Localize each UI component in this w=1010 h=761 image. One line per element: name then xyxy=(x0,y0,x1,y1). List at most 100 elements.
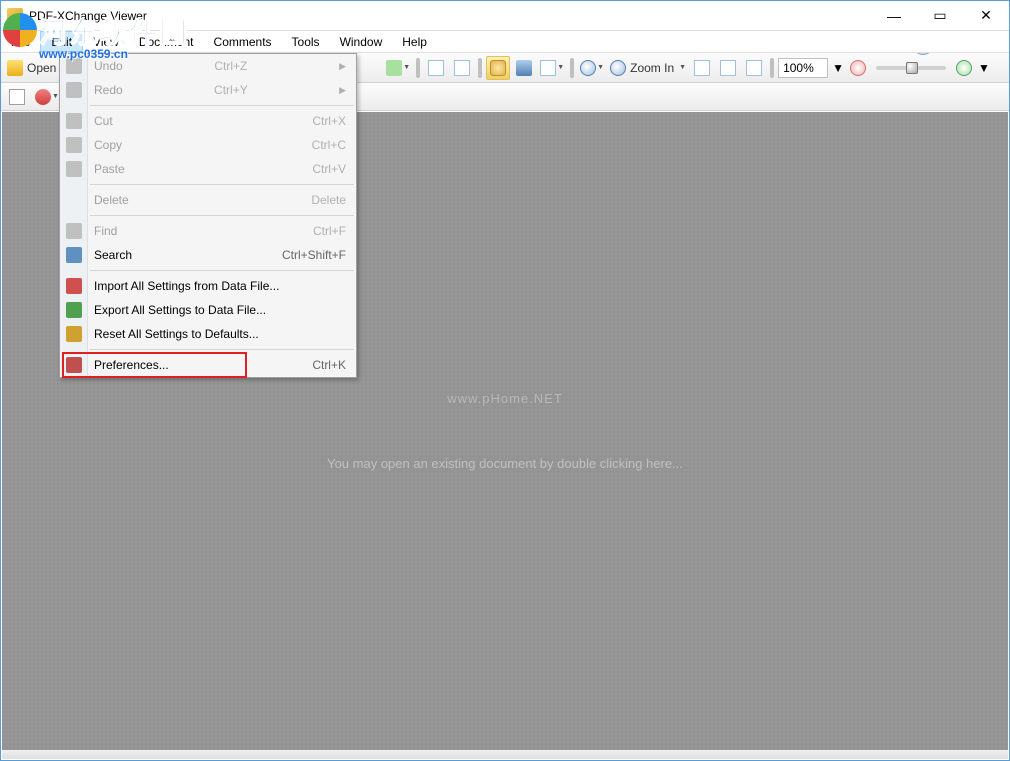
fit-page-icon xyxy=(720,60,736,76)
menu-item-label: Undo xyxy=(94,59,123,73)
actual-size-button[interactable] xyxy=(690,56,714,80)
arrow-icon xyxy=(386,60,402,76)
menu-item-shortcut: Ctrl+Shift+F xyxy=(282,248,346,262)
menu-help[interactable]: Help xyxy=(392,31,437,52)
snapshot-icon xyxy=(516,60,532,76)
menu-item-label: Cut xyxy=(94,114,113,128)
cut-icon xyxy=(66,113,82,129)
menu-item-find: FindCtrl+F xyxy=(60,219,356,243)
zoom-in-button[interactable]: Zoom In ▼ xyxy=(608,56,688,80)
close-button[interactable]: ✕ xyxy=(963,1,1009,30)
reset-icon xyxy=(66,326,82,342)
menu-item-shortcut: Ctrl+V xyxy=(312,162,346,176)
undo-icon xyxy=(66,58,82,74)
menu-separator xyxy=(90,349,354,350)
select-icon xyxy=(540,60,556,76)
chevron-right-icon: ▶ xyxy=(339,61,346,72)
open-hint-text: You may open an existing document by dou… xyxy=(327,456,683,471)
chevron-right-icon: ▶ xyxy=(339,85,346,96)
menu-item-export-all-settings-to-data-file[interactable]: Export All Settings to Data File... xyxy=(60,298,356,322)
menu-item-reset-all-settings-to-defaults[interactable]: Reset All Settings to Defaults... xyxy=(60,322,356,346)
menu-item-shortcut: Ctrl+Z xyxy=(214,59,247,73)
menu-file[interactable]: File xyxy=(1,31,40,52)
menu-item-import-all-settings-from-data-file[interactable]: Import All Settings from Data File... xyxy=(60,274,356,298)
separator xyxy=(416,58,420,78)
fit-page-button[interactable] xyxy=(716,56,740,80)
zoom-in-label: Zoom In xyxy=(626,61,678,75)
menu-tools[interactable]: Tools xyxy=(282,31,330,52)
rotate-cw-icon xyxy=(454,60,470,76)
rotate-cw-button[interactable] xyxy=(450,56,474,80)
window-controls: — ▭ ✕ xyxy=(871,1,1009,30)
link-icon xyxy=(9,89,25,105)
titlebar: PDF-XChange Viewer — ▭ ✕ xyxy=(1,1,1009,31)
rotate-ccw-icon xyxy=(428,60,444,76)
nav-button[interactable]: ▼ xyxy=(384,56,412,80)
stamp-tool-button[interactable]: ▼ xyxy=(33,85,61,109)
menu-document[interactable]: Document xyxy=(129,31,204,52)
stamp-icon xyxy=(35,89,51,105)
menu-item-label: Delete xyxy=(94,193,129,207)
menu-item-label: Search xyxy=(94,248,132,262)
menu-item-label: Export All Settings to Data File... xyxy=(94,303,266,317)
zoom-minus-button[interactable] xyxy=(846,56,870,80)
hand-tool-button[interactable] xyxy=(486,56,510,80)
menu-item-shortcut: Ctrl+X xyxy=(312,114,346,128)
paste-icon xyxy=(66,161,82,177)
redo-icon xyxy=(66,82,82,98)
menu-item-label: Import All Settings from Data File... xyxy=(94,279,279,293)
link-tool-button[interactable] xyxy=(5,85,29,109)
menubar: File Edit View Document Comments Tools W… xyxy=(1,31,1009,53)
snapshot-button[interactable] xyxy=(512,56,536,80)
menu-item-label: Preferences... xyxy=(94,358,169,372)
zoom-value-field[interactable]: 100% xyxy=(778,58,828,78)
menu-item-preferences[interactable]: Preferences... Ctrl+K xyxy=(60,353,356,377)
prefs-icon xyxy=(66,357,82,373)
menu-item-undo: Undo Ctrl+Z ▶ xyxy=(60,54,356,78)
chevron-down-icon[interactable]: ▼ xyxy=(978,61,990,75)
plus-icon xyxy=(956,60,972,76)
edit-menu-dropdown: UndoCtrl+Z▶RedoCtrl+Y▶CutCtrl+XCopyCtrl+… xyxy=(59,53,357,378)
fit-width-button[interactable] xyxy=(742,56,766,80)
menu-comments[interactable]: Comments xyxy=(204,31,282,52)
maximize-button[interactable]: ▭ xyxy=(917,1,963,30)
menu-item-copy: Copy Ctrl+C xyxy=(60,133,356,157)
app-icon xyxy=(7,8,23,24)
menu-item-label: Reset All Settings to Defaults... xyxy=(94,327,259,341)
find-icon xyxy=(66,223,82,239)
separator xyxy=(570,58,574,78)
menu-view[interactable]: View xyxy=(83,31,129,52)
window-title: PDF-XChange Viewer xyxy=(29,9,147,23)
minimize-button[interactable]: — xyxy=(871,1,917,30)
chevron-down-icon[interactable]: ▼ xyxy=(832,61,844,75)
folder-open-icon xyxy=(7,60,23,76)
zoom-slider[interactable] xyxy=(876,66,946,70)
menu-item-shortcut: Ctrl+K xyxy=(312,358,346,372)
zoom-slider-thumb[interactable] xyxy=(906,62,918,74)
hand-icon xyxy=(490,60,506,76)
separator xyxy=(478,58,482,78)
menu-separator xyxy=(90,270,354,271)
menu-separator xyxy=(90,215,354,216)
magnifier-plus-icon xyxy=(610,60,626,76)
copy-icon xyxy=(66,137,82,153)
actual-size-icon xyxy=(694,60,710,76)
menu-item-label: Redo xyxy=(94,83,123,97)
menu-item-label: Copy xyxy=(94,138,122,152)
export-icon xyxy=(66,302,82,318)
rotate-ccw-button[interactable] xyxy=(424,56,448,80)
menu-window[interactable]: Window xyxy=(330,31,393,52)
menu-item-shortcut: Delete xyxy=(311,193,346,207)
zoom-out-button[interactable]: ▼ xyxy=(578,56,606,80)
menu-item-label: Paste xyxy=(94,162,125,176)
menu-item-cut: Cut Ctrl+X xyxy=(60,109,356,133)
separator xyxy=(770,58,774,78)
menu-item-shortcut: Ctrl+C xyxy=(312,138,346,152)
menu-separator xyxy=(90,184,354,185)
zoom-plus-button[interactable] xyxy=(952,56,976,80)
menu-item-search[interactable]: Search Ctrl+Shift+F xyxy=(60,243,356,267)
menu-item-shortcut: Ctrl+F xyxy=(313,224,346,238)
menu-item-delete: Delete Delete xyxy=(60,188,356,212)
menu-edit[interactable]: Edit xyxy=(40,31,83,52)
select-button[interactable]: ▼ xyxy=(538,56,566,80)
